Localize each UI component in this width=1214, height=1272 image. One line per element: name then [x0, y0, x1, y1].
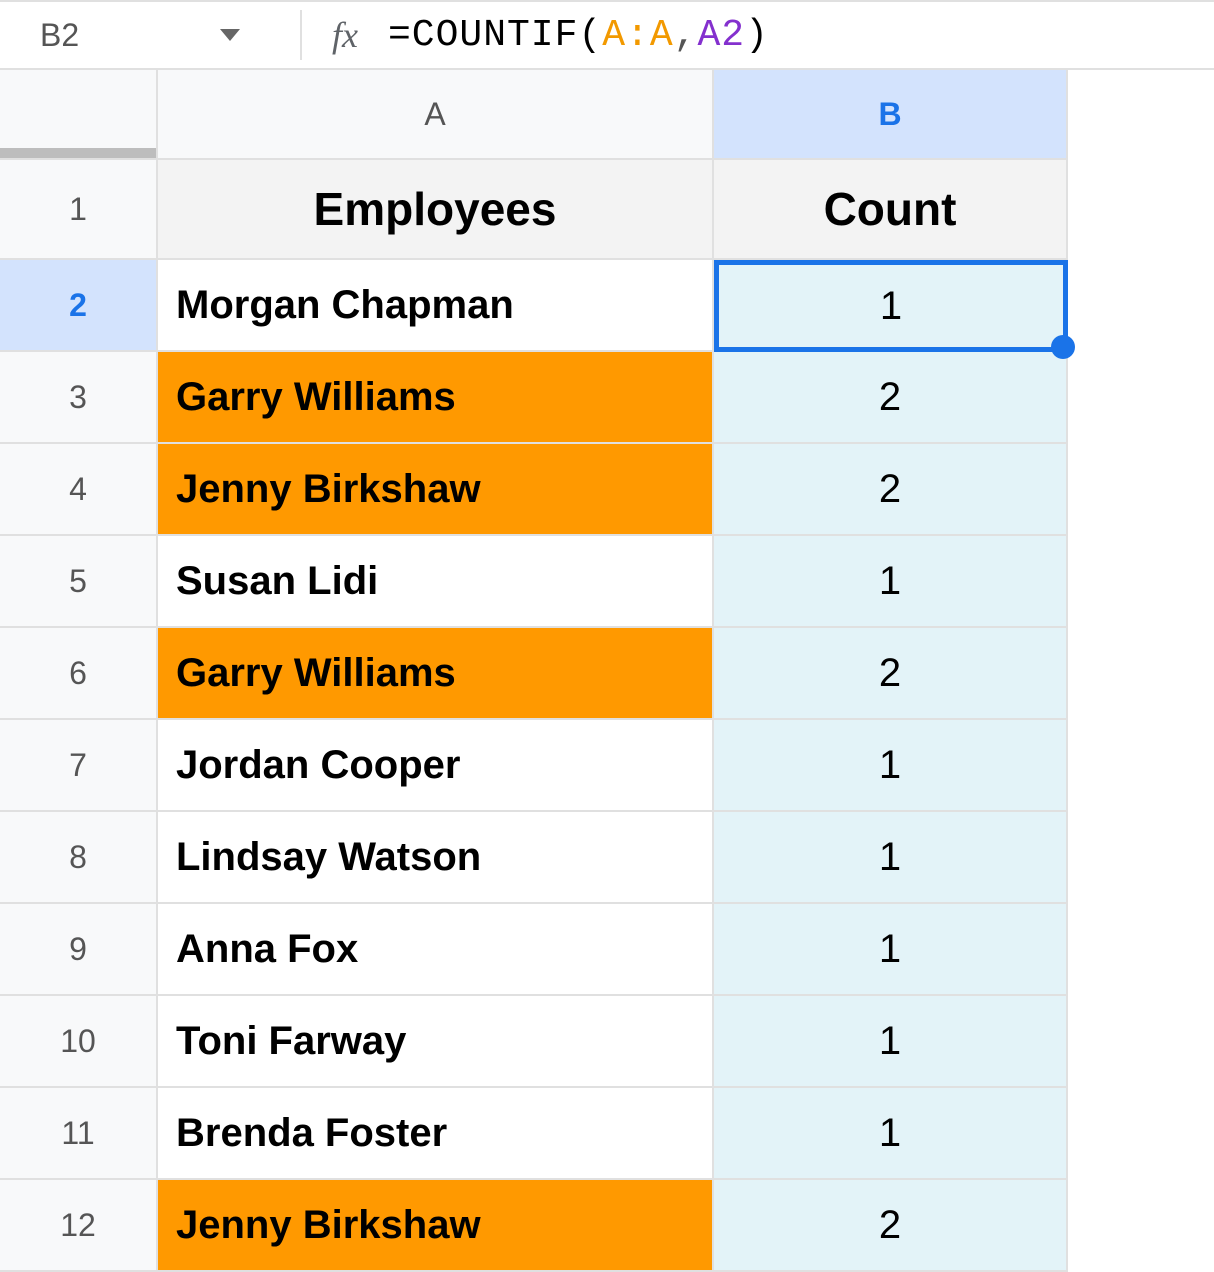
cell-b2[interactable]: 1 — [714, 260, 1068, 352]
cell-b1[interactable]: Count — [714, 160, 1068, 260]
cell-a6[interactable]: Garry Williams — [158, 628, 714, 720]
formula-bar: B2 fx =COUNTIF(A:A,A2) — [0, 0, 1214, 70]
row-header-4[interactable]: 4 — [0, 444, 158, 536]
row-header-8[interactable]: 8 — [0, 812, 158, 904]
cell-a9[interactable]: Anna Fox — [158, 904, 714, 996]
selection-fill-handle[interactable] — [1051, 335, 1075, 359]
name-box[interactable]: B2 — [20, 17, 220, 54]
cell-b7[interactable]: 1 — [714, 720, 1068, 812]
column-header-b[interactable]: B — [714, 70, 1068, 160]
cell-a10[interactable]: Toni Farway — [158, 996, 714, 1088]
cell-a5[interactable]: Susan Lidi — [158, 536, 714, 628]
row-header-9[interactable]: 9 — [0, 904, 158, 996]
row-header-5[interactable]: 5 — [0, 536, 158, 628]
cell-a3[interactable]: Garry Williams — [158, 352, 714, 444]
formula-range-1: A:A — [602, 14, 673, 57]
row-header-6[interactable]: 6 — [0, 628, 158, 720]
row-header-3[interactable]: 3 — [0, 352, 158, 444]
formula-suffix: ) — [745, 14, 769, 57]
formula-range-2: A2 — [697, 14, 745, 57]
row-header-2[interactable]: 2 — [0, 260, 158, 352]
row-header-12[interactable]: 12 — [0, 1180, 158, 1272]
cell-b4[interactable]: 2 — [714, 444, 1068, 536]
row-header-11[interactable]: 11 — [0, 1088, 158, 1180]
select-all-corner[interactable] — [0, 70, 158, 160]
cell-b6[interactable]: 2 — [714, 628, 1068, 720]
cell-a2[interactable]: Morgan Chapman — [158, 260, 714, 352]
cell-b9[interactable]: 1 — [714, 904, 1068, 996]
cell-b3[interactable]: 2 — [714, 352, 1068, 444]
cell-a8[interactable]: Lindsay Watson — [158, 812, 714, 904]
cell-b8[interactable]: 1 — [714, 812, 1068, 904]
cell-a7[interactable]: Jordan Cooper — [158, 720, 714, 812]
cell-a12[interactable]: Jenny Birkshaw — [158, 1180, 714, 1272]
spreadsheet-grid: A B 1 Employees Count 2 Morgan Chapman 1… — [0, 70, 1214, 1272]
formula-comma: , — [674, 14, 698, 57]
fx-icon: fx — [300, 10, 358, 60]
cell-b2-value: 1 — [880, 284, 902, 329]
cell-b11[interactable]: 1 — [714, 1088, 1068, 1180]
formula-text: =COUNTIF( — [388, 14, 602, 57]
cell-b5[interactable]: 1 — [714, 536, 1068, 628]
cell-b12[interactable]: 2 — [714, 1180, 1068, 1272]
formula-input[interactable]: =COUNTIF(A:A,A2) — [388, 14, 769, 57]
row-header-1[interactable]: 1 — [0, 160, 158, 260]
name-box-dropdown-icon[interactable] — [220, 29, 240, 41]
row-header-10[interactable]: 10 — [0, 996, 158, 1088]
cell-a4[interactable]: Jenny Birkshaw — [158, 444, 714, 536]
cell-a11[interactable]: Brenda Foster — [158, 1088, 714, 1180]
cell-a1[interactable]: Employees — [158, 160, 714, 260]
column-header-a[interactable]: A — [158, 70, 714, 160]
row-header-7[interactable]: 7 — [0, 720, 158, 812]
cell-b10[interactable]: 1 — [714, 996, 1068, 1088]
